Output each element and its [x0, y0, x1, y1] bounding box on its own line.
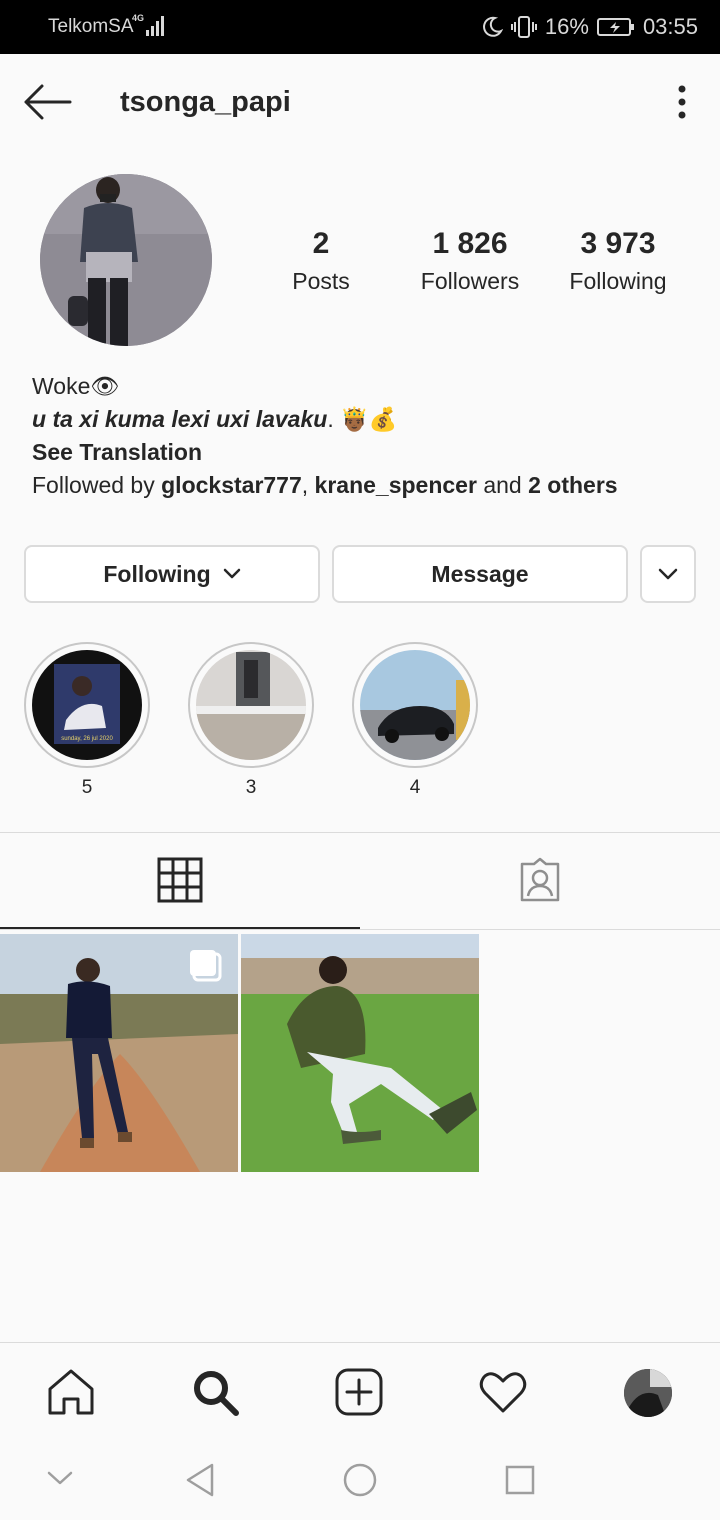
more-options-icon[interactable] [670, 84, 694, 120]
following-button[interactable]: Following [24, 545, 320, 603]
back-arrow-icon[interactable] [22, 82, 72, 122]
chevron-down-icon [223, 568, 240, 579]
highlight-3-label: 4 [409, 777, 421, 798]
tab-tagged[interactable] [360, 833, 720, 927]
new-post-icon[interactable] [334, 1367, 384, 1417]
system-navigation-bar [0, 1440, 720, 1520]
highlight-3-cover [360, 650, 470, 760]
vibrate-icon [510, 16, 537, 38]
carrier-name: TelkomSA [48, 16, 134, 37]
followers-count-label: Followers [420, 268, 520, 294]
signal-icon [146, 16, 164, 36]
profile-username: tsonga_papi [120, 86, 291, 118]
highlight-2-label: 3 [245, 777, 257, 798]
followed-by-prefix: Followed by [32, 472, 155, 498]
moon-icon [483, 16, 503, 37]
highlight-1-cover: sunday, 26 jul 2020 [32, 650, 142, 760]
post-thumbnail-2[interactable] [241, 934, 479, 1172]
chevron-down-icon [658, 568, 678, 580]
highlight-1-caption: sunday, 26 jul 2020 [61, 736, 113, 742]
following-button-label: Following [103, 560, 211, 587]
message-button[interactable]: Message [332, 545, 628, 603]
message-button-label: Message [431, 560, 529, 587]
heart-icon[interactable] [478, 1369, 528, 1415]
multiple-photos-icon [190, 950, 222, 982]
eye-emoji: 👁 [90, 373, 120, 399]
posts-count-label: Posts [292, 268, 350, 294]
highlight-3[interactable] [352, 642, 478, 768]
followed-by-user-2[interactable]: krane_spencer [315, 472, 477, 498]
posts-count[interactable]: 2 Posts [241, 226, 401, 296]
see-translation-link[interactable]: See Translation [32, 436, 618, 469]
tagged-person-icon [520, 857, 560, 902]
bio-line: u ta xi kuma lexi uxi lavaku. 🤴🏾💰 [32, 406, 398, 432]
nav-home-icon[interactable] [342, 1462, 378, 1498]
following-count-label: Following [569, 268, 667, 294]
profile-name-text: Woke [32, 373, 91, 399]
followed-by-user-1[interactable]: glockstar777 [161, 472, 302, 498]
nav-back-icon[interactable] [184, 1462, 216, 1498]
highlight-1-label: 5 [81, 777, 93, 798]
highlight-1[interactable]: sunday, 26 jul 2020 [24, 642, 150, 768]
tab-posts-grid[interactable] [0, 833, 360, 927]
profile-name: Woke👁 [32, 370, 618, 403]
posts-count-value: 2 [312, 227, 330, 260]
grid-icon [157, 857, 203, 903]
followers-count-value: 1 826 [432, 227, 508, 260]
post-thumbnail-1[interactable] [0, 934, 238, 1172]
battery-icon [596, 18, 634, 36]
status-bar: TelkomSA 4G 16% 03:55 [0, 0, 720, 54]
following-count-value: 3 973 [580, 227, 656, 260]
profile-avatar[interactable] [40, 174, 212, 346]
bio-text: u ta xi kuma lexi uxi lavaku [32, 406, 328, 432]
following-count[interactable]: 3 973 Following [538, 226, 698, 296]
bio-emoji: 🤴🏾💰 [340, 406, 398, 432]
network-type: 4G [132, 13, 145, 23]
hide-keyboard-icon[interactable] [46, 1468, 74, 1488]
followed-by: Followed by glockstar777, krane_spencer … [32, 472, 618, 498]
highlight-2[interactable] [188, 642, 314, 768]
battery-percent: 16% [544, 14, 589, 39]
clock: 03:55 [642, 14, 698, 39]
highlight-2-cover [196, 650, 306, 760]
tabs-divider-bottom [0, 929, 720, 930]
bottom-navigation [0, 1342, 720, 1441]
nav-recents-icon[interactable] [504, 1464, 536, 1496]
followed-by-others[interactable]: 2 others [528, 472, 617, 498]
profile-bio: Woke👁 u ta xi kuma lexi uxi lavaku. 🤴🏾💰 … [32, 370, 618, 502]
home-icon[interactable] [46, 1367, 96, 1417]
profile-tab-avatar[interactable] [624, 1369, 672, 1417]
suggested-accounts-button[interactable] [640, 545, 696, 603]
followed-by-and: and [483, 472, 522, 498]
followers-count[interactable]: 1 826 Followers [390, 226, 550, 296]
search-icon[interactable] [190, 1367, 240, 1417]
